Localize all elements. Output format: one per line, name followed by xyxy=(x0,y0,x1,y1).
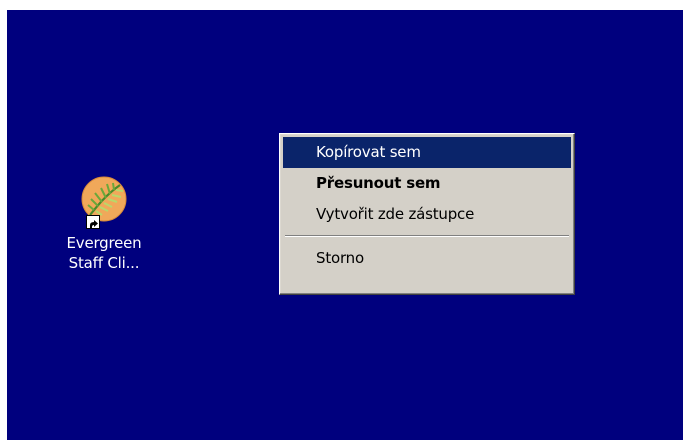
evergreen-shortcut-icon[interactable] xyxy=(80,175,128,229)
evergreen-desktop-shortcut[interactable]: Evergreen Staff Cli... xyxy=(45,175,163,273)
icon-label-line2: Staff Cli... xyxy=(68,254,140,272)
menu-item-move-here[interactable]: Přesunout sem xyxy=(283,168,571,199)
menu-item-copy-here[interactable]: Kopírovat sem xyxy=(283,137,571,168)
menu-item-cancel[interactable]: Storno xyxy=(283,243,571,274)
shortcut-arrow-icon xyxy=(86,215,100,229)
menu-item-create-shortcut-here[interactable]: Vytvořit zde zástupce xyxy=(283,199,571,230)
menu-separator xyxy=(285,235,569,237)
drag-drop-context-menu: Kopírovat sem Přesunout sem Vytvořit zde… xyxy=(279,133,575,295)
icon-label-line1: Evergreen xyxy=(66,234,142,252)
desktop-icon-label[interactable]: Evergreen Staff Cli... xyxy=(45,233,163,273)
desktop[interactable]: Evergreen Staff Cli... Kopírovat sem Pře… xyxy=(7,10,683,440)
